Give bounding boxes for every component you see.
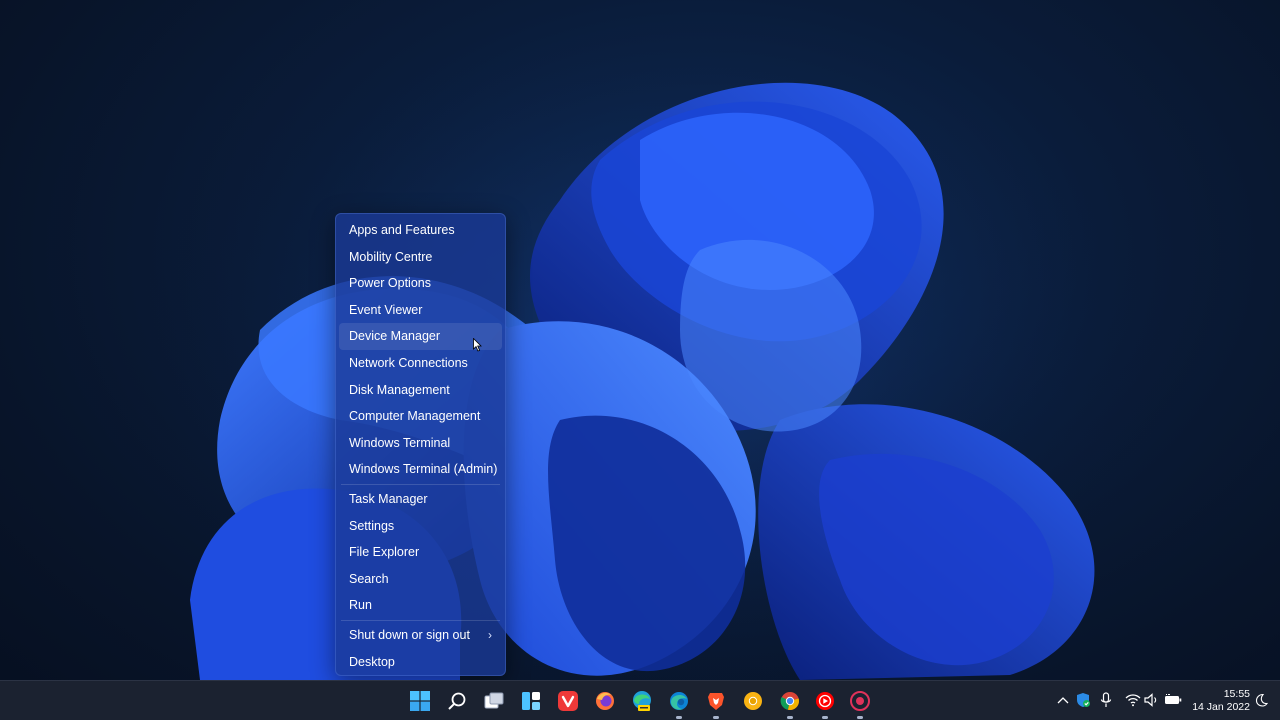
taskbar-app-brave[interactable] [701, 686, 731, 719]
desktop-wallpaper [130, 20, 1170, 680]
microphone-icon [1100, 692, 1112, 707]
screen-recorder-icon [850, 691, 870, 711]
menu-item-windows-terminal-admin[interactable]: Windows Terminal (Admin) [339, 456, 502, 483]
menu-item-settings[interactable]: Settings [339, 513, 502, 540]
menu-item-event-viewer[interactable]: Event Viewer [339, 297, 502, 324]
firefox-icon [596, 692, 614, 710]
task-view-button[interactable] [479, 686, 509, 716]
windows-start-icon [410, 691, 430, 711]
menu-item-network-connections[interactable]: Network Connections [339, 350, 502, 377]
winx-context-menu: Apps and Features Mobility Centre Power … [335, 213, 506, 676]
menu-item-windows-terminal[interactable]: Windows Terminal [339, 430, 502, 457]
widgets-button[interactable] [516, 686, 546, 716]
menu-item-disk-management[interactable]: Disk Management [339, 377, 502, 404]
brave-icon [708, 693, 724, 710]
taskbar: 15:55 14 Jan 2022 [0, 680, 1280, 720]
edge-canary-icon [633, 691, 651, 711]
menu-item-search[interactable]: Search [339, 566, 502, 593]
menu-item-computer-management[interactable]: Computer Management [339, 403, 502, 430]
chevron-up-icon [1057, 697, 1069, 704]
taskbar-app-chrome[interactable] [775, 686, 805, 719]
vivaldi-icon [558, 691, 578, 711]
running-indicator [676, 716, 682, 719]
menu-item-label: Shut down or sign out [349, 627, 470, 642]
taskbar-app-firefox[interactable] [590, 686, 620, 716]
taskbar-clock[interactable]: 15:55 14 Jan 2022 [1186, 688, 1250, 714]
menu-item-apps-and-features[interactable]: Apps and Features [339, 217, 502, 244]
tray-battery[interactable] [1164, 691, 1182, 709]
youtube-music-icon [816, 692, 834, 710]
menu-item-desktop[interactable]: Desktop [339, 649, 502, 676]
moon-icon [1255, 693, 1268, 707]
tray-security[interactable] [1074, 691, 1092, 709]
wifi-icon [1125, 694, 1141, 707]
menu-group-system: Task Manager Settings File Explorer Sear… [339, 486, 502, 619]
battery-icon [1165, 694, 1182, 704]
taskbar-app-vivaldi[interactable] [553, 686, 583, 716]
running-indicator [713, 716, 719, 719]
menu-item-power-options[interactable]: Power Options [339, 270, 502, 297]
running-indicator [787, 716, 793, 719]
tray-focus-assist[interactable] [1252, 691, 1270, 709]
start-button[interactable] [405, 686, 435, 716]
chrome-canary-icon [744, 692, 762, 710]
menu-group-session: Shut down or sign out › Desktop [339, 622, 502, 675]
search-icon [448, 692, 466, 710]
mouse-pointer-icon [473, 338, 482, 352]
volume-icon [1144, 693, 1157, 707]
tray-overflow-button[interactable] [1054, 691, 1072, 709]
menu-separator [341, 483, 500, 485]
menu-item-task-manager[interactable]: Task Manager [339, 486, 502, 513]
menu-item-file-explorer[interactable]: File Explorer [339, 539, 502, 566]
taskbar-app-edge[interactable] [664, 686, 694, 719]
taskbar-app-edge-canary[interactable] [627, 686, 657, 716]
taskbar-search-button[interactable] [442, 686, 472, 716]
taskbar-app-screen-recorder[interactable] [845, 686, 875, 719]
tray-network[interactable] [1124, 691, 1142, 709]
running-indicator [857, 716, 863, 719]
tray-volume[interactable] [1143, 691, 1161, 709]
menu-separator [341, 619, 500, 621]
task-view-icon [484, 692, 504, 709]
chevron-right-icon: › [488, 627, 492, 642]
menu-item-shut-down-or-sign-out[interactable]: Shut down or sign out › [339, 622, 502, 649]
clock-date: 14 Jan 2022 [1192, 701, 1250, 713]
edge-icon [670, 692, 688, 710]
chrome-icon [780, 692, 799, 711]
clock-time: 15:55 [1223, 688, 1250, 700]
widgets-icon [522, 692, 540, 710]
shield-icon [1077, 693, 1090, 707]
menu-item-mobility-centre[interactable]: Mobility Centre [339, 244, 502, 271]
taskbar-app-chrome-canary[interactable] [738, 686, 768, 716]
tray-microphone[interactable] [1097, 691, 1115, 709]
running-indicator [822, 716, 828, 719]
taskbar-app-youtube-music[interactable] [810, 686, 840, 719]
menu-item-run[interactable]: Run [339, 592, 502, 619]
